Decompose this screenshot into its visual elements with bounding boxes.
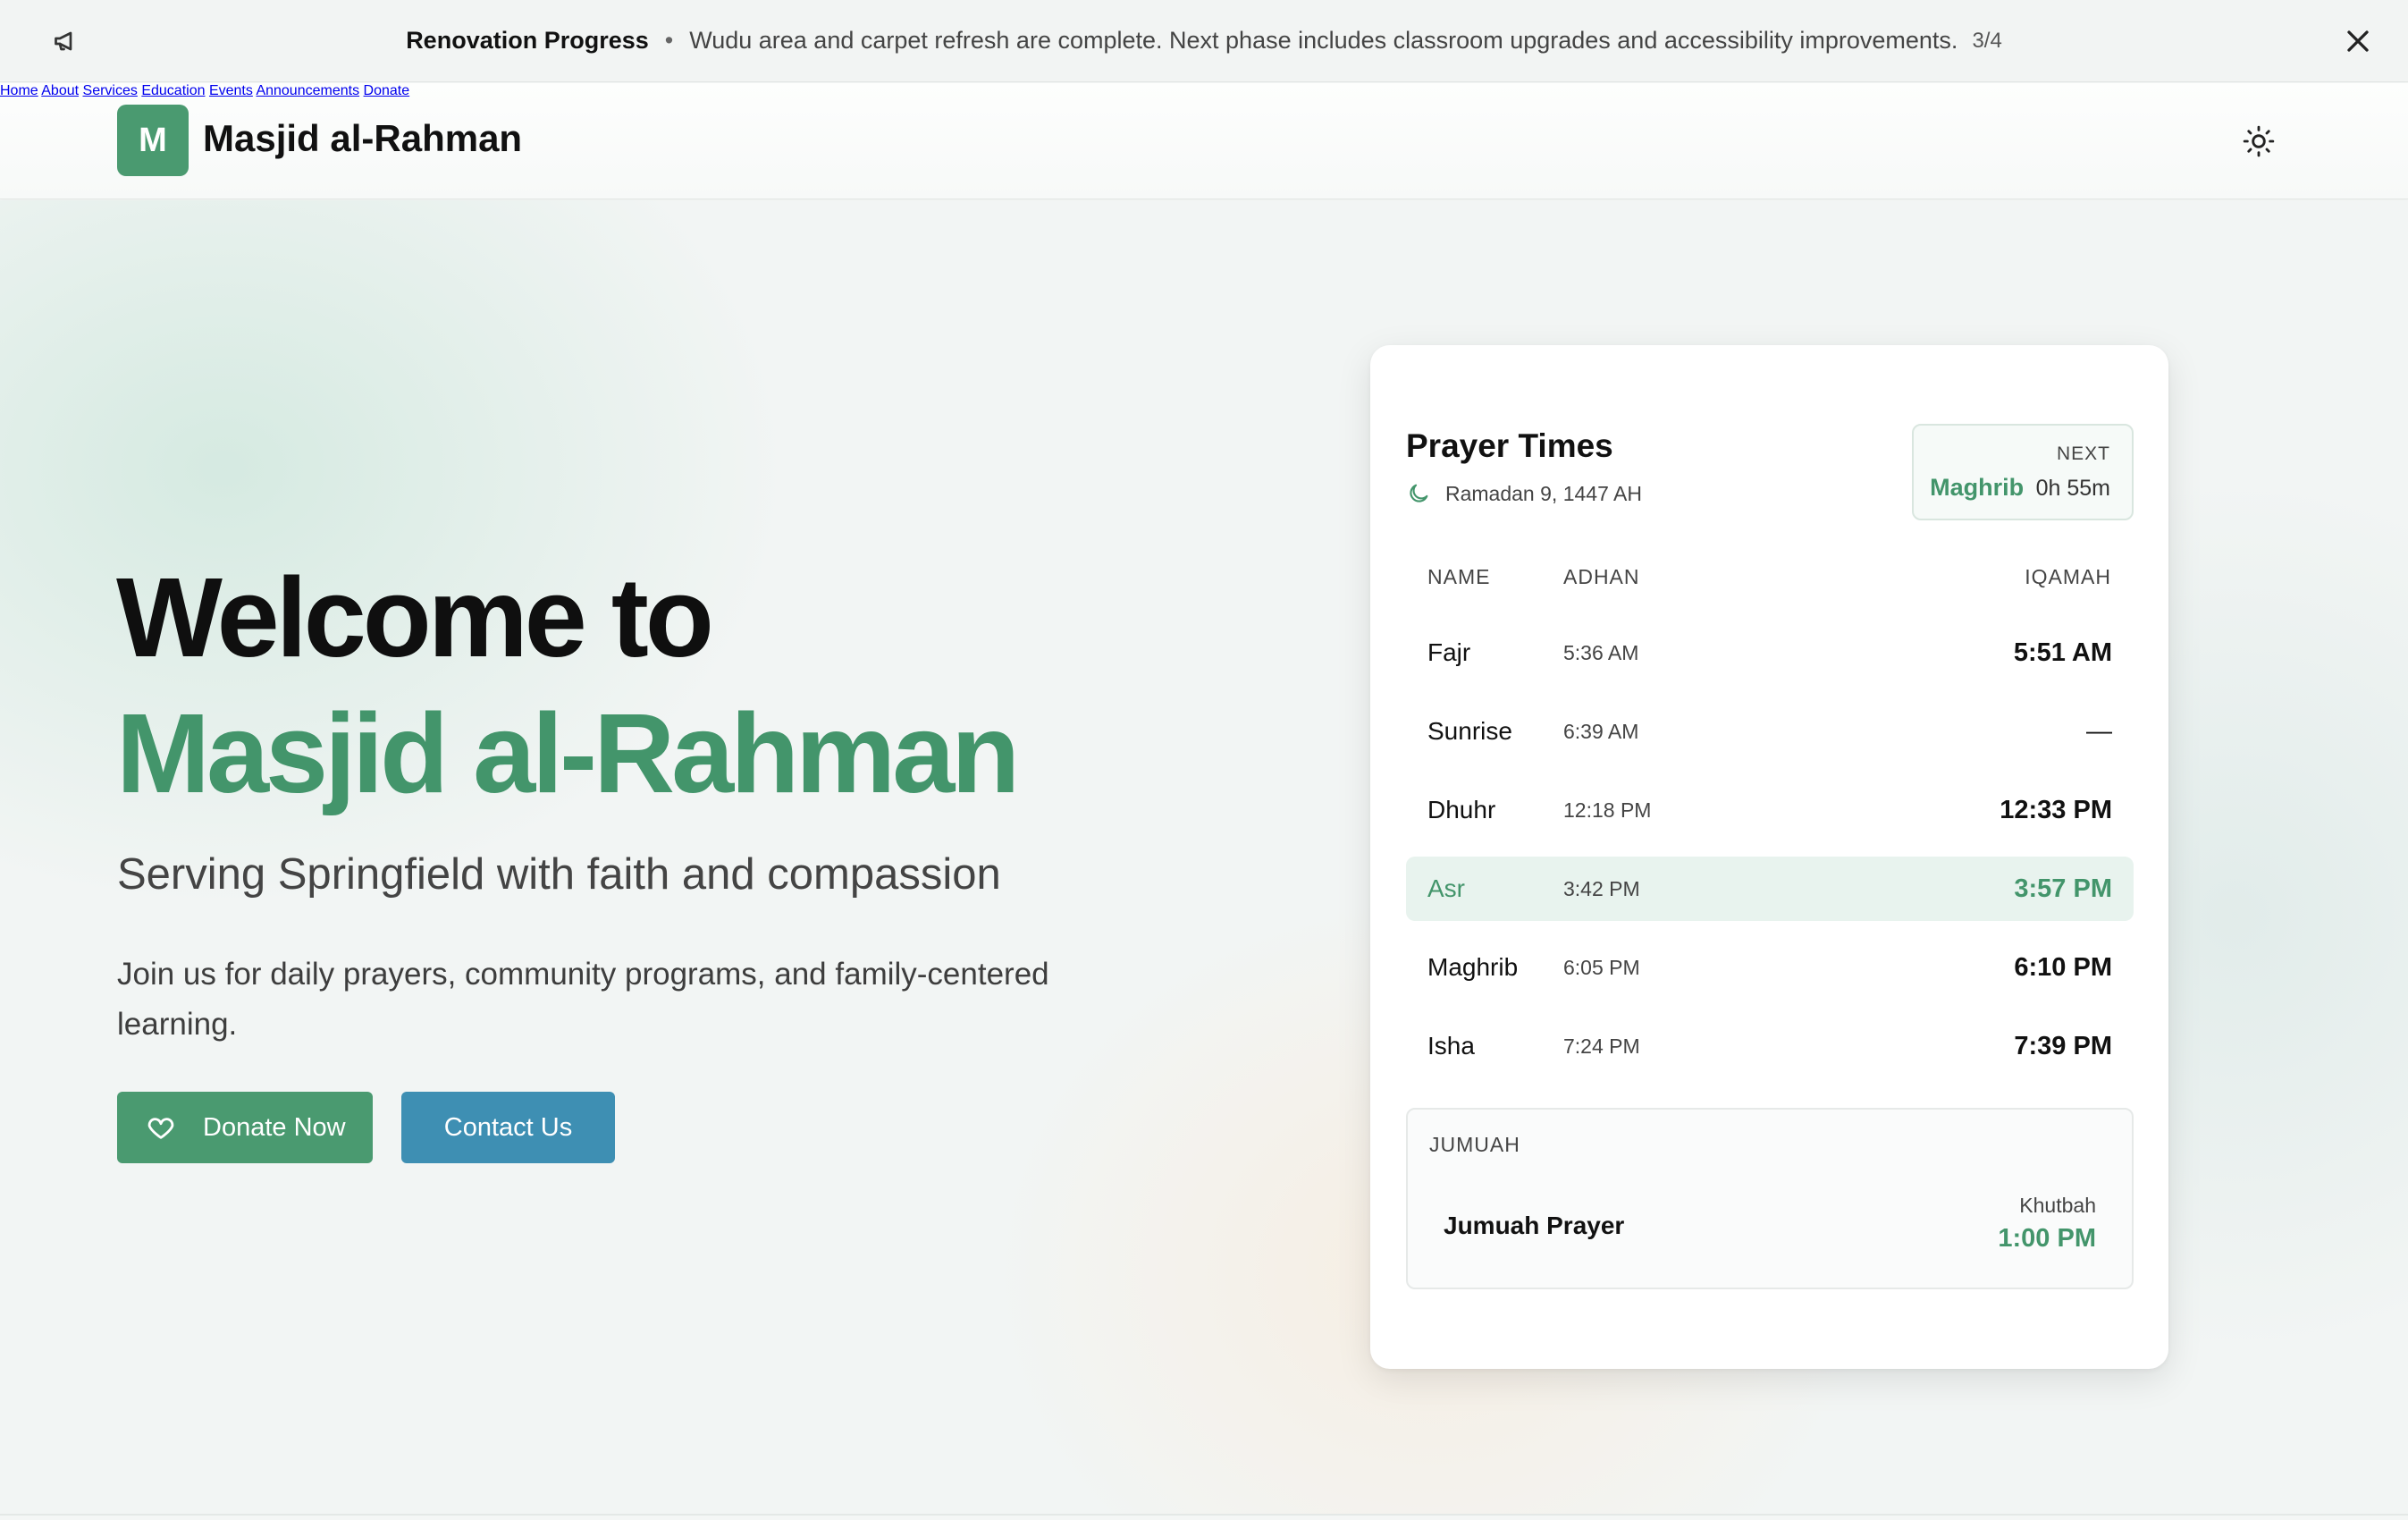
announcement-message: Wudu area and carpet refresh are complet… bbox=[689, 27, 1958, 54]
iqamah-time: 6:10 PM bbox=[2014, 953, 2112, 982]
hero-heading-line1: Welcome to bbox=[116, 554, 714, 680]
announcement-separator: • bbox=[664, 27, 674, 54]
prayer-row-asr-active: Asr 3:42 PM 3:57 PM bbox=[1406, 857, 2134, 921]
prayer-row-maghrib: Maghrib 6:05 PM 6:10 PM bbox=[1406, 935, 2134, 1000]
hero-heading-line2: Masjid al-Rahman bbox=[116, 690, 1020, 816]
prayer-name: Sunrise bbox=[1427, 717, 1512, 745]
adhan-time: 6:39 AM bbox=[1563, 720, 1639, 743]
next-prayer-value: Maghrib 0h 55m bbox=[1930, 474, 2110, 502]
donate-now-label: Donate Now bbox=[203, 1112, 346, 1142]
iqamah-time: 5:51 AM bbox=[2013, 638, 2112, 667]
column-header-iqamah: IQAMAH bbox=[2025, 565, 2111, 588]
adhan-time: 12:18 PM bbox=[1563, 798, 1652, 822]
announcement-bar: Renovation Progress • Wudu area and carp… bbox=[0, 0, 2408, 82]
jumuah-time: 1:00 PM bbox=[1998, 1224, 2096, 1253]
moon-icon bbox=[1410, 484, 1428, 502]
hero-description: Join us for daily prayers, community pro… bbox=[117, 957, 1049, 1042]
logo[interactable]: M bbox=[117, 105, 189, 176]
prayer-name: Isha bbox=[1427, 1032, 1475, 1060]
megaphone-icon bbox=[55, 31, 72, 51]
contact-us-label: Contact Us bbox=[443, 1112, 573, 1142]
iqamah-time: 7:39 PM bbox=[2014, 1032, 2112, 1060]
donate-now-button[interactable]: Donate Now bbox=[117, 1092, 373, 1163]
prayer-times-title: Prayer Times bbox=[1406, 427, 1613, 464]
brand-name[interactable]: Masjid al-Rahman bbox=[203, 117, 522, 160]
prayer-row-dhuhr: Dhuhr 12:18 PM 12:33 PM bbox=[1406, 778, 2134, 842]
hero-tagline: Serving Springfield with faith and compa… bbox=[117, 850, 1001, 899]
adhan-time: 3:42 PM bbox=[1563, 877, 1640, 900]
hijri-date-text: Ramadan 9, 1447 AH bbox=[1445, 481, 1642, 505]
iqamah-time: — bbox=[2086, 717, 2112, 746]
adhan-time: 6:05 PM bbox=[1563, 956, 1640, 979]
nav-about[interactable]: About bbox=[41, 83, 79, 98]
nav-education[interactable]: Education bbox=[141, 83, 205, 98]
next-prayer-countdown: 0h 55m bbox=[2035, 476, 2110, 501]
close-icon[interactable] bbox=[2340, 23, 2376, 59]
prayer-name: Maghrib bbox=[1427, 953, 1519, 981]
prayer-name: Dhuhr bbox=[1427, 796, 1496, 823]
nav-events[interactable]: Events bbox=[209, 83, 253, 98]
theme-toggle-sun-icon[interactable] bbox=[2242, 124, 2276, 158]
site-header: M Masjid al-Rahman Home About Services E… bbox=[0, 83, 2408, 199]
nav-home[interactable]: Home bbox=[0, 83, 38, 98]
prayer-name: Fajr bbox=[1427, 638, 1471, 666]
prayer-row-isha: Isha 7:24 PM 7:39 PM bbox=[1406, 1014, 2134, 1078]
adhan-time: 7:24 PM bbox=[1563, 1034, 1640, 1058]
heart-icon bbox=[147, 1118, 174, 1139]
column-header-adhan: ADHAN bbox=[1563, 565, 1640, 588]
next-prayer-name: Maghrib bbox=[1930, 474, 2025, 501]
jumuah-name: Jumuah Prayer bbox=[1444, 1212, 1625, 1239]
khutbah-label: Khutbah bbox=[2019, 1194, 2096, 1217]
nav-donate[interactable]: Donate bbox=[364, 83, 410, 98]
prayer-row-fajr: Fajr 5:36 AM 5:51 AM bbox=[1406, 621, 2134, 685]
next-label: NEXT bbox=[2056, 443, 2110, 464]
iqamah-time: 12:33 PM bbox=[2000, 796, 2112, 824]
jumuah-label: JUMUAH bbox=[1429, 1133, 1520, 1156]
contact-us-button[interactable]: Contact Us bbox=[401, 1092, 615, 1163]
adhan-time: 5:36 AM bbox=[1563, 641, 1639, 664]
section-divider bbox=[0, 1514, 2408, 1516]
announcement-title: Renovation Progress bbox=[406, 27, 649, 54]
announcement-counter: 3/4 bbox=[1972, 28, 2002, 53]
prayer-row-sunrise: Sunrise 6:39 AM — bbox=[1406, 699, 2134, 764]
nav-announcements[interactable]: Announcements bbox=[256, 83, 359, 98]
prayer-times-card: Prayer Times Ramadan 9, 1447 AH NEXT Mag… bbox=[1370, 345, 2168, 1369]
nav-services[interactable]: Services bbox=[83, 83, 138, 98]
next-prayer-badge: NEXT Maghrib 0h 55m bbox=[1912, 424, 2134, 520]
prayer-name: Asr bbox=[1427, 874, 1465, 902]
hijri-date: Ramadan 9, 1447 AH bbox=[1406, 481, 1642, 506]
iqamah-time: 3:57 PM bbox=[2014, 874, 2112, 903]
jumuah-section: JUMUAH Jumuah Prayer Khutbah 1:00 PM bbox=[1406, 1108, 2134, 1289]
column-header-name: NAME bbox=[1427, 565, 1491, 588]
